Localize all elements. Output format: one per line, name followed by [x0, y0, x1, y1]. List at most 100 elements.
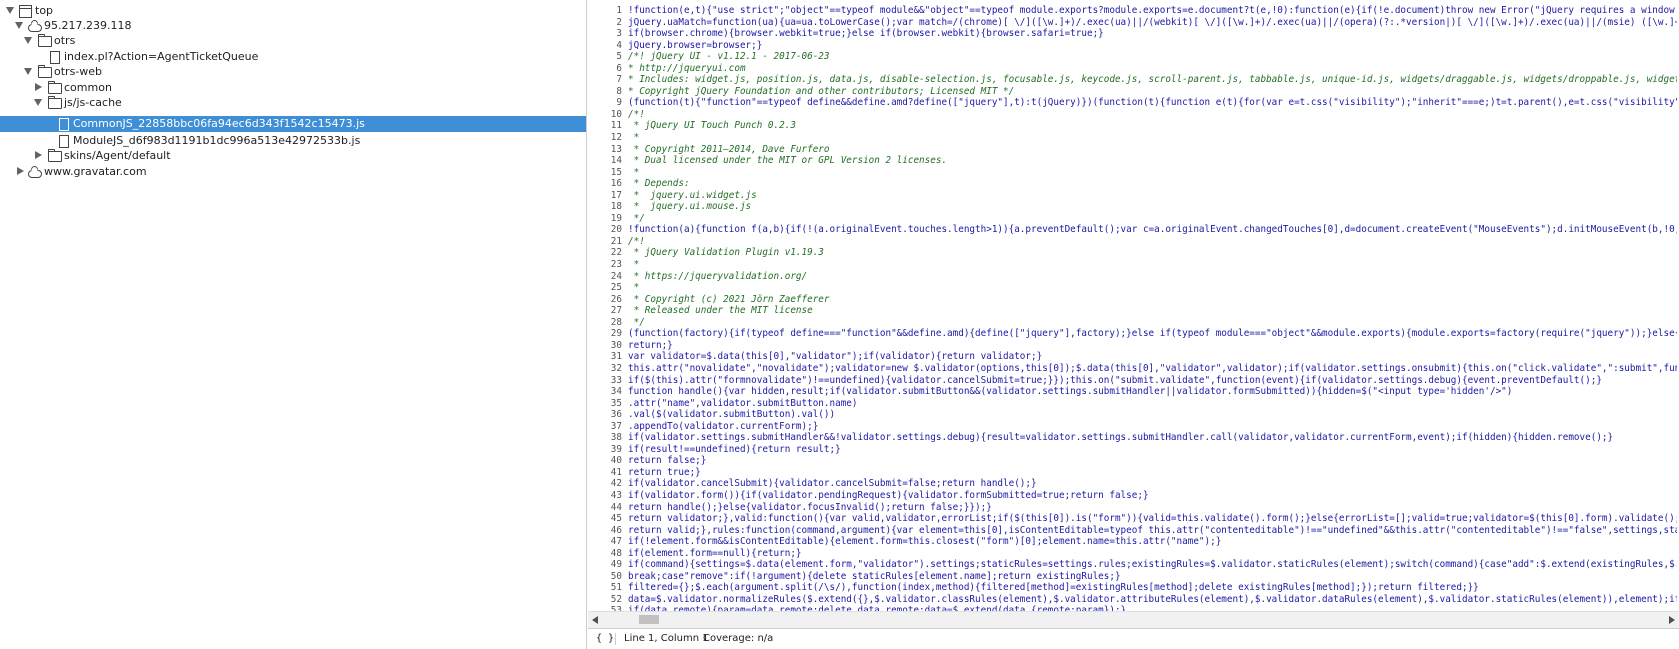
tree-item-top[interactable]: top — [0, 3, 586, 19]
code-line[interactable]: * https://jqueryvalidation.org/ — [628, 271, 1677, 283]
file-icon — [50, 51, 60, 64]
code-line[interactable]: * jquery.ui.widget.js — [628, 190, 1677, 202]
line-number: 25 — [610, 282, 622, 294]
code-line[interactable]: * Copyright jQuery Foundation and other … — [628, 86, 1677, 98]
expand-arrow-icon[interactable] — [34, 99, 42, 106]
code-line[interactable]: return validator;},valid:function(){var … — [628, 513, 1677, 525]
tree-item-domain-gravatar[interactable]: www.gravatar.com — [0, 164, 586, 180]
line-number: 14 — [610, 155, 622, 167]
expand-arrow-icon[interactable] — [15, 22, 23, 29]
collapse-arrow-icon[interactable] — [35, 83, 42, 91]
scroll-left-icon[interactable] — [592, 616, 598, 624]
line-number: 33 — [610, 374, 622, 386]
file-icon — [59, 118, 69, 131]
code-line[interactable]: if(browser.chrome){browser.webkit=true;}… — [628, 28, 1677, 40]
expand-arrow-icon[interactable] — [24, 68, 32, 75]
expand-arrow-icon[interactable] — [24, 37, 32, 44]
code-line[interactable]: * Depends: — [628, 178, 1677, 190]
code-line[interactable]: jQuery.browser=browser;} — [628, 40, 1677, 52]
code-line[interactable]: * — [628, 167, 1677, 179]
navigator-footer — [0, 628, 587, 649]
code-line[interactable]: .attr("name",validator.submitButton.name… — [628, 398, 1677, 410]
folder-icon — [48, 96, 62, 109]
code-editor[interactable]: 1 2 3 4 5 6 7 8 9 10 11 12 13 14 15 16 17 18 19 20 21 22 23 24 2… — [588, 0, 1679, 628]
code-line[interactable]: return valid;},rules:function(command,ar… — [628, 525, 1677, 537]
code-line[interactable]: if(!element.form&&isContentEditable){ele… — [628, 536, 1677, 548]
folder-icon — [38, 65, 52, 78]
code-line[interactable]: * Dual licensed under the MIT or GPL Ver… — [628, 155, 1677, 167]
code-line[interactable]: if(result!==undefined){return result;} — [628, 444, 1677, 456]
tree-item-folder-otrs-web[interactable]: otrs-web — [0, 64, 586, 80]
code-line[interactable]: * jQuery Validation Plugin v1.19.3 — [628, 247, 1677, 259]
line-number: 1 — [616, 5, 622, 16]
code-line[interactable]: /*! — [628, 236, 1677, 248]
code-line[interactable]: var validator=$.data(this[0],"validator"… — [628, 351, 1677, 363]
line-number: 31 — [610, 351, 622, 363]
code-line[interactable]: break;case"remove":if(!argument){delete … — [628, 571, 1677, 583]
scrollbar-thumb[interactable] — [639, 615, 659, 624]
tree-item-file-modulejs[interactable]: ModuleJS_d6f983d1191b1dc996a513e42972533… — [0, 133, 586, 149]
code-line[interactable]: * jquery.ui.mouse.js — [628, 201, 1677, 213]
tree-item-folder-otrs[interactable]: otrs — [0, 33, 586, 49]
tree-item-folder-skins[interactable]: skins/Agent/default — [0, 148, 586, 164]
code-line[interactable]: */ — [628, 213, 1677, 225]
collapse-arrow-icon[interactable] — [35, 151, 42, 159]
code-line[interactable]: data=$.validator.normalizeRules($.extend… — [628, 594, 1677, 606]
code-line[interactable]: return handle();}else{validator.focusInv… — [628, 502, 1677, 514]
collapse-arrow-icon[interactable] — [17, 167, 24, 175]
code-line[interactable]: function handle(){var hidden,result;if(v… — [628, 386, 1677, 398]
tree-item-label: ModuleJS_d6f983d1191b1dc996a513e42972533… — [73, 134, 361, 147]
line-number: 34 — [610, 386, 622, 398]
expand-arrow-icon[interactable] — [6, 7, 14, 14]
tree-item-file-commonjs[interactable]: CommonJS_22858bbc06fa94ec6d343f1542c1547… — [0, 116, 586, 132]
code-line[interactable]: this.attr("novalidate","novalidate");val… — [628, 363, 1677, 375]
code-line[interactable]: return;} — [628, 340, 1677, 352]
code-line[interactable]: * — [628, 282, 1677, 294]
scroll-right-icon[interactable] — [1669, 616, 1675, 624]
code-line[interactable]: .appendTo(validator.currentForm);} — [628, 421, 1677, 433]
code-line[interactable]: * Released under the MIT license — [628, 305, 1677, 317]
code-line[interactable]: * http://jqueryui.com — [628, 63, 1677, 75]
line-number: 3 — [616, 28, 622, 40]
code-line[interactable]: /*! jQuery UI - v1.12.1 - 2017-06-23 — [628, 51, 1677, 63]
line-number: 51 — [610, 582, 622, 594]
code-line[interactable]: return false;} — [628, 455, 1677, 467]
horizontal-scrollbar[interactable] — [588, 611, 1679, 628]
code-line[interactable]: * — [628, 132, 1677, 144]
tree-item-file-index[interactable]: index.pl?Action=AgentTicketQueue — [0, 49, 586, 65]
code-line[interactable]: * Copyright (c) 2021 Jörn Zaefferer — [628, 294, 1677, 306]
code-line[interactable]: * jQuery UI Touch Punch 0.2.3 — [628, 120, 1677, 132]
line-number: 17 — [610, 189, 622, 201]
tree-item-folder-js-cache[interactable]: js/js-cache — [0, 95, 586, 111]
tree-item-label: top — [35, 4, 54, 17]
tree-item-domain[interactable]: 95.217.239.118 — [0, 18, 586, 34]
code-line[interactable]: jQuery.uaMatch=function(ua){ua=ua.toLowe… — [628, 17, 1677, 29]
code-line[interactable]: (function(factory){if(typeof define==="f… — [628, 328, 1677, 340]
code-line[interactable]: !function(e,t){"use strict";"object"==ty… — [628, 5, 1677, 17]
line-number: 13 — [610, 143, 622, 155]
line-number: 21 — [610, 235, 622, 247]
code-line[interactable]: filtered={};$.each(argument.split(/\s/),… — [628, 582, 1677, 594]
file-navigator: top 95.217.239.118 otrs index.pl?Action=… — [0, 0, 587, 649]
code-line[interactable]: .val($(validator.submitButton).val()) — [628, 409, 1677, 421]
code-content[interactable]: !function(e,t){"use strict";"object"==ty… — [628, 5, 1677, 628]
code-line[interactable]: /*! — [628, 109, 1677, 121]
code-line[interactable]: !function(a){function f(a,b){if(!(a.orig… — [628, 224, 1677, 236]
code-line[interactable]: (function(t){"function"==typeof define&&… — [628, 97, 1677, 109]
code-line[interactable]: if(validator.cancelSubmit){validator.can… — [628, 478, 1677, 490]
code-line[interactable]: if(command){settings=$.data(element.form… — [628, 559, 1677, 571]
code-line[interactable]: * Copyright 2011–2014, Dave Furfero — [628, 144, 1677, 156]
code-line[interactable]: * — [628, 259, 1677, 271]
line-number: 50 — [610, 570, 622, 582]
pretty-print-button[interactable]: { } — [596, 629, 614, 649]
code-line[interactable]: */ — [628, 317, 1677, 329]
code-line[interactable]: return true;} — [628, 467, 1677, 479]
line-number: 19 — [610, 212, 622, 224]
line-number: 43 — [610, 489, 622, 501]
code-line[interactable]: * Includes: widget.js, position.js, data… — [628, 74, 1677, 86]
tree-item-folder-common[interactable]: common — [0, 80, 586, 96]
code-line[interactable]: if(element.form==null){return;} — [628, 548, 1677, 560]
code-line[interactable]: if(validator.settings.submitHandler&&!va… — [628, 432, 1677, 444]
code-line[interactable]: if($(this).attr("formnovalidate")!==unde… — [628, 375, 1677, 387]
code-line[interactable]: if(validator.form()){if(validator.pendin… — [628, 490, 1677, 502]
